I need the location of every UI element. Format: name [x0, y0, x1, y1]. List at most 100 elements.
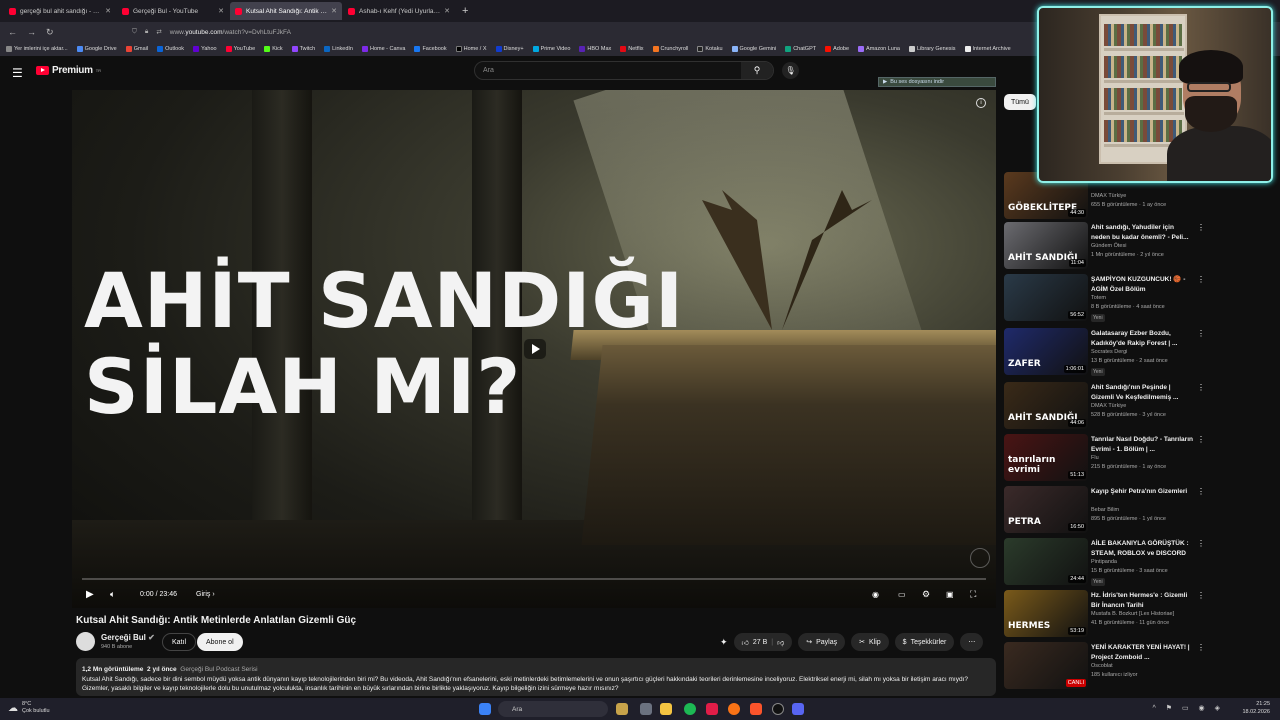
- recommendation-thumbnail[interactable]: 24:44: [1004, 538, 1088, 585]
- spotify-icon[interactable]: [684, 703, 696, 715]
- bookmark[interactable]: Twitch: [291, 46, 315, 52]
- more-options-icon[interactable]: ⋮: [1197, 591, 1205, 600]
- theater-mode-icon[interactable]: ▣: [946, 584, 954, 604]
- close-icon[interactable]: ✕: [218, 7, 224, 15]
- bookmark[interactable]: Adobe: [825, 46, 849, 52]
- close-icon[interactable]: ✕: [444, 7, 450, 15]
- close-icon[interactable]: ✕: [331, 7, 337, 15]
- bookmark[interactable]: Home / X: [455, 46, 487, 52]
- system-tray[interactable]: ^ ⚑ ▭ ◉ ◈: [1153, 704, 1224, 712]
- bookmark[interactable]: YouTube: [225, 46, 255, 52]
- recommendation-thumbnail[interactable]: CANLI: [1004, 642, 1088, 689]
- recommendation-item[interactable]: ZAFER 1:06:01 Galatasaray Ezber Bozdu, Kad…: [1004, 328, 1209, 378]
- bookmark[interactable]: HBO Max: [579, 46, 611, 52]
- recommendation-thumbnail[interactable]: tanrıların evrimi 51:13: [1004, 434, 1088, 481]
- bookmark[interactable]: Netflix: [620, 46, 644, 52]
- bookmark[interactable]: Yer imlerini içe aktar...: [6, 46, 68, 52]
- more-options-icon[interactable]: ⋮: [1197, 487, 1205, 496]
- recommendation-item[interactable]: AHİT SANDIĞI 44:06 Ahit Sandığı'nın Peşind…: [1004, 382, 1209, 432]
- recommendation-thumbnail[interactable]: AHİT SANDIĞI 44:06: [1004, 382, 1088, 429]
- subscribe-button[interactable]: Abone ol: [197, 633, 243, 651]
- more-options-icon[interactable]: ⋮: [1197, 539, 1205, 548]
- new-tab-icon[interactable]: +: [462, 5, 468, 17]
- recommendation-item[interactable]: AHİT SANDIĞI 11:04 Ahit sandığı, Yahudiler…: [1004, 222, 1209, 272]
- bookmark[interactable]: Prime Video: [532, 46, 570, 52]
- bookmark[interactable]: Crunchyroll: [652, 46, 688, 52]
- firefox-icon[interactable]: [728, 703, 740, 715]
- bookmark[interactable]: Yahoo: [193, 46, 217, 52]
- task-view-icon[interactable]: [640, 703, 652, 715]
- join-button[interactable]: Katıl: [162, 633, 197, 651]
- share-button[interactable]: ↪ Paylaş: [798, 633, 846, 651]
- description-box[interactable]: 1,2 Mn görüntüleme 2 yıl önce Gerçeği Bu…: [76, 658, 996, 696]
- bookmark[interactable]: LinkedIn: [324, 46, 353, 52]
- recommendation-thumbnail[interactable]: HERMES 53:19: [1004, 590, 1088, 637]
- more-options-icon[interactable]: ⋮: [1197, 223, 1205, 232]
- more-options-icon[interactable]: ⋮: [1197, 643, 1205, 652]
- thanks-button[interactable]: $ Teşekkürler: [894, 633, 955, 651]
- info-icon[interactable]: i: [976, 98, 986, 108]
- volume-icon[interactable]: 🔈︎: [110, 584, 115, 604]
- bookmark[interactable]: Google Gemini: [731, 46, 776, 52]
- reload-icon[interactable]: ↻: [46, 27, 54, 38]
- download-audio-banner[interactable]: ▶ Bu ses dosyasını indir: [878, 77, 996, 87]
- autoplay-toggle[interactable]: ◉: [872, 584, 879, 604]
- subtitles-icon[interactable]: ▭: [898, 584, 906, 604]
- recommendation-thumbnail[interactable]: 56:52: [1004, 274, 1088, 321]
- recommendation-item[interactable]: 24:44 AİLE BAKANIYLA GÖRÜŞTÜK : STEAM, RO…: [1004, 538, 1209, 588]
- bookmark[interactable]: Library Genesis: [908, 46, 956, 52]
- search-button[interactable]: ⚲: [741, 62, 773, 79]
- center-play-button[interactable]: [524, 339, 546, 359]
- recommendation-thumbnail[interactable]: AHİT SANDIĞI 11:04: [1004, 222, 1088, 269]
- playlist-tag[interactable]: Gerçeği Bul Podcast Serisi: [180, 666, 257, 673]
- recommendation-item[interactable]: PETRA 16:50 Kayıp Şehir Petra'nın Gizemler…: [1004, 486, 1209, 536]
- voice-search-button[interactable]: 🎙︎: [782, 62, 799, 79]
- more-actions-icon[interactable]: ⋯: [960, 633, 984, 651]
- recommendation-item[interactable]: CANLI YENİ KARAKTER YENİ HAYAT! | Project…: [1004, 642, 1209, 692]
- bookmark[interactable]: Outlook: [157, 46, 184, 52]
- more-options-icon[interactable]: ⋮: [1197, 329, 1205, 338]
- bookmark[interactable]: Internet Archive: [964, 46, 1011, 52]
- bookmark[interactable]: Kick: [264, 46, 283, 52]
- brave-icon[interactable]: [750, 703, 762, 715]
- address-bar[interactable]: ⛉ 🔒︎ ⇄ www.youtube.com/watch?v=DvhLtuFJk…: [132, 24, 1032, 40]
- more-options-icon[interactable]: ⋮: [1197, 435, 1205, 444]
- fullscreen-icon[interactable]: ⛶: [970, 584, 976, 604]
- ai-icon[interactable]: ✦: [720, 637, 728, 648]
- browser-tab[interactable]: gerçeği bul ahit sandığı - YouTube✕: [4, 2, 116, 20]
- more-options-icon[interactable]: ⋮: [1197, 275, 1205, 284]
- bookmark[interactable]: Google Drive: [76, 46, 117, 52]
- recommendation-item[interactable]: HERMES 53:19 Hz. İdris'ten Hermes'e : Gize…: [1004, 590, 1209, 640]
- obs-icon[interactable]: [772, 703, 784, 715]
- widget-icon[interactable]: [616, 703, 628, 715]
- filter-chip-all[interactable]: Tümü: [1004, 94, 1036, 110]
- windows-start-icon[interactable]: [479, 703, 491, 715]
- weather-widget[interactable]: ☁ 8°C Çok bulutlu: [8, 701, 50, 715]
- clock[interactable]: 21:25 18.02.2026: [1242, 701, 1270, 716]
- settings-icon[interactable]: ⚙: [922, 584, 930, 604]
- bookmark[interactable]: Home - Canva: [361, 46, 405, 52]
- channel-avatar[interactable]: [76, 632, 95, 651]
- taskbar-search[interactable]: Ara: [498, 701, 608, 717]
- recommendation-thumbnail[interactable]: ZAFER 1:06:01: [1004, 328, 1088, 375]
- dislike-icon[interactable]: 👎︎: [777, 638, 784, 647]
- more-options-icon[interactable]: ⋮: [1197, 383, 1205, 392]
- chapter-button[interactable]: Giriş ›: [196, 584, 215, 604]
- discord-icon[interactable]: [792, 703, 804, 715]
- video-player[interactable]: AHİT SANDIĞI SİLAH MI? i: [72, 90, 996, 608]
- clip-button[interactable]: ✂ Klip: [851, 633, 889, 651]
- youtube-logo[interactable]: Premium TR: [36, 65, 101, 76]
- recommendation-item[interactable]: 56:52 ŞAMPİYON KUZGUNCUK! 🏀 - AGİM Özel B…: [1004, 274, 1209, 324]
- browser-tab-active[interactable]: Kutsal Ahit Sandığı: Antik Metinle✕: [230, 2, 342, 20]
- bookmark[interactable]: Kotaku: [697, 46, 723, 52]
- browser-tab[interactable]: Ashab-ı Kehf (Yedi Uyurlar) Efsa✕: [343, 2, 455, 20]
- like-button[interactable]: 👍︎ 27 B | 👎︎: [733, 633, 793, 651]
- browser-tab[interactable]: Gerçeği Bul - YouTube ✕: [117, 2, 229, 20]
- menu-icon[interactable]: ☰: [12, 66, 23, 80]
- app-icon[interactable]: [706, 703, 718, 715]
- bookmark[interactable]: Amazon Luna: [858, 46, 900, 52]
- recommendation-thumbnail[interactable]: PETRA 16:50: [1004, 486, 1088, 533]
- recommendation-item[interactable]: tanrıların evrimi 51:13 Tanrılar Nasıl Doğ…: [1004, 434, 1209, 484]
- play-icon[interactable]: ▶: [86, 584, 94, 604]
- close-icon[interactable]: ✕: [105, 7, 111, 15]
